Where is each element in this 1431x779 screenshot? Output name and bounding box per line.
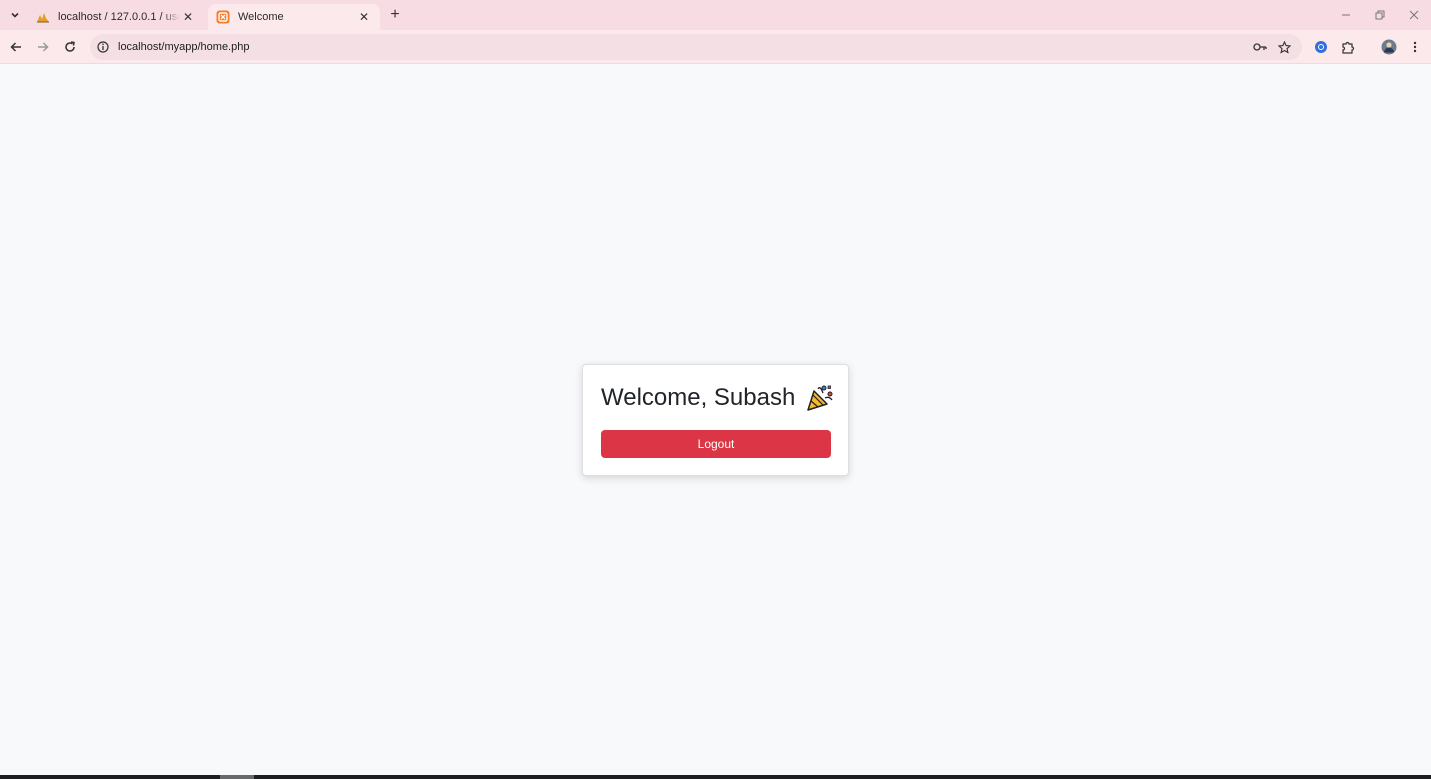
site-info-icon[interactable]: [96, 40, 110, 54]
password-key-icon[interactable]: [1252, 39, 1268, 55]
back-arrow-icon[interactable]: [6, 37, 26, 57]
welcome-heading: Welcome, Subash: [601, 383, 835, 413]
tab-title: localhost / 127.0.0.1 / user_db / ...: [58, 11, 180, 23]
tab-welcome[interactable]: Welcome ✕: [208, 4, 380, 30]
close-tab-icon[interactable]: ✕: [356, 9, 372, 25]
reload-icon[interactable]: [60, 37, 80, 57]
tab-phpmyadmin[interactable]: localhost / 127.0.0.1 / user_db / ... ✕: [28, 4, 204, 30]
tab-title: Welcome: [238, 11, 284, 23]
extension-badge-icon[interactable]: [1311, 37, 1331, 57]
url-text: localhost/myapp/home.php: [118, 41, 250, 53]
more-menu-icon[interactable]: [1405, 37, 1425, 57]
welcome-heading-text: Welcome, Subash: [601, 384, 796, 411]
restore-icon[interactable]: [1368, 4, 1392, 26]
extensions-puzzle-icon[interactable]: [1338, 37, 1358, 57]
party-popper-icon: [807, 385, 833, 411]
tab-strip: localhost / 127.0.0.1 / user_db / ... ✕ …: [0, 0, 1431, 30]
taskbar-edge: [0, 775, 1431, 779]
profile-avatar-icon[interactable]: [1379, 37, 1399, 57]
close-window-icon[interactable]: [1402, 4, 1426, 26]
bookmark-star-icon[interactable]: [1276, 39, 1292, 55]
taskbar-highlight: [220, 775, 254, 779]
close-tab-icon[interactable]: ✕: [180, 9, 196, 25]
xampp-icon: [216, 10, 230, 24]
welcome-card: Welcome, Subash Logout: [582, 364, 849, 476]
tab-search-button[interactable]: [6, 6, 24, 24]
minimize-icon[interactable]: [1334, 4, 1358, 26]
new-tab-plus-icon[interactable]: +: [386, 6, 404, 24]
forward-arrow-icon[interactable]: [33, 37, 53, 57]
phpmyadmin-icon: [37, 13, 49, 23]
logout-button[interactable]: Logout: [601, 430, 831, 458]
chevron-down-icon: [11, 12, 19, 18]
address-bar[interactable]: localhost/myapp/home.php: [90, 34, 1302, 60]
page-viewport: Welcome, Subash Logout: [0, 65, 1431, 775]
browser-toolbar: localhost/myapp/home.php: [0, 30, 1431, 64]
